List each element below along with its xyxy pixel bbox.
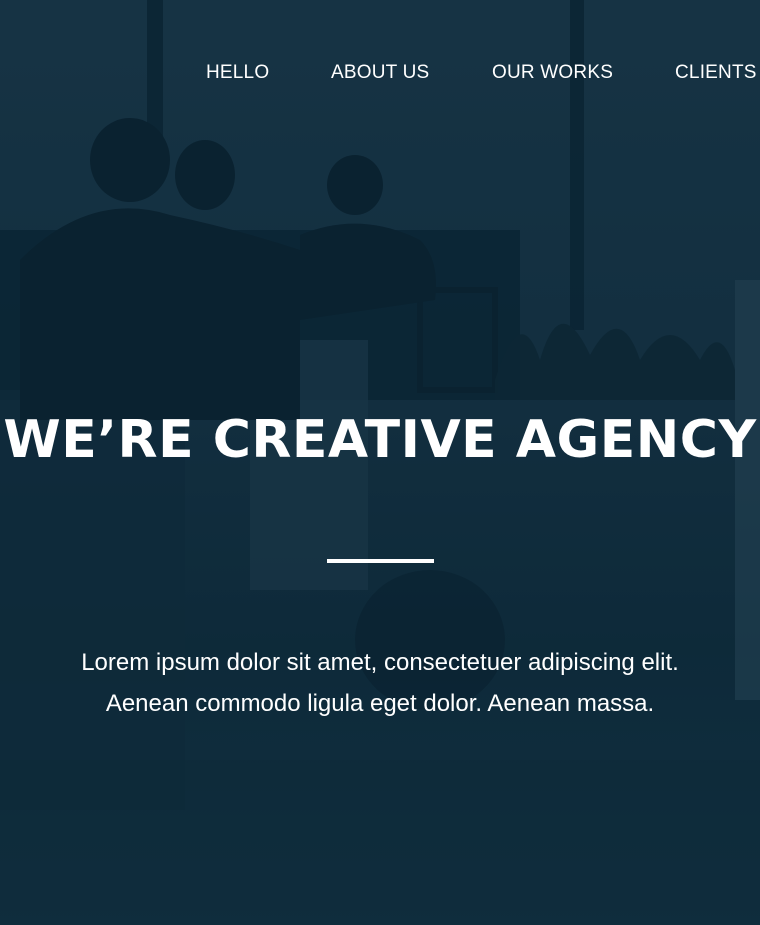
headline-divider [327, 559, 434, 563]
main-nav: HELLO ABOUT US OUR WORKS CLIENTS [0, 62, 760, 88]
hero-description: Lorem ipsum dolor sit amet, consectetuer… [0, 642, 760, 724]
nav-item-about-us[interactable]: ABOUT US [331, 62, 429, 84]
nav-item-hello[interactable]: HELLO [206, 62, 269, 84]
nav-item-our-works[interactable]: OUR WORKS [492, 62, 613, 84]
nav-item-clients[interactable]: CLIENTS [675, 62, 757, 84]
hero-description-line-2: Aenean commodo ligula eget dolor. Aenean… [105, 690, 655, 717]
hero-section: HELLO ABOUT US OUR WORKS CLIENTS WE’RE C… [0, 0, 760, 925]
hero-description-line-1: Lorem ipsum dolor sit amet, consectetuer… [81, 649, 679, 676]
hero-headline: WE’RE CREATIVE AGENCY [3, 410, 757, 470]
